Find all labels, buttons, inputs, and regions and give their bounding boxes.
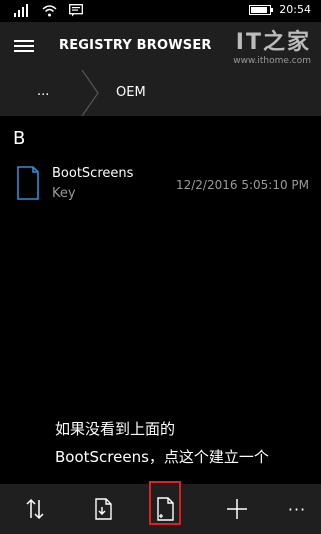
status-icons [14,4,83,17]
item-date: 12/2/2016 5:05:10 PM [175,178,309,192]
more-button[interactable]: ··· [282,494,312,524]
page-title: REGISTRY BROWSER [59,38,212,53]
watermark: IT之家 www.ithome.com [216,32,311,72]
item-name: BootScreens [52,166,134,181]
message-icon [69,4,83,17]
breadcrumb-root[interactable]: ... [37,84,49,99]
list-item[interactable]: BootScreens Key 12/2/2016 5:05:10 PM [0,162,321,210]
more-icon: ··· [287,499,307,519]
import-icon [95,498,112,520]
status-time: 20:54 [279,3,311,16]
item-type: Key [52,186,76,201]
add-icon [227,499,247,519]
battery-fill [251,6,267,13]
highlight-annotation-box [149,481,181,525]
annotation-line-2: BootScreens，点这个建立一个 [55,448,269,466]
status-right: 20:54 [249,3,311,16]
battery-icon [249,4,274,15]
wifi-icon [42,5,57,17]
breadcrumb: ... OEM [0,70,321,116]
signal-bars-icon [14,4,28,17]
annotation-text: 如果没看到上面的 BootScreens，点这个建立一个 [55,415,269,471]
hamburger-menu-icon[interactable] [14,40,34,52]
breadcrumb-current[interactable]: OEM [116,85,146,100]
title-bar: REGISTRY BROWSER IT之家 www.ithome.com [0,22,321,70]
sort-button[interactable] [20,494,50,524]
chevron-right-icon [81,70,99,116]
sort-icon [26,498,44,520]
watermark-logo: IT之家 [235,30,311,55]
key-folder-icon [17,166,39,200]
import-button[interactable] [88,494,118,524]
group-header: B [13,128,26,149]
annotation-line-1: 如果没看到上面的 [55,420,176,438]
watermark-url: www.ithome.com [233,56,311,66]
status-bar: 20:54 [0,0,321,22]
add-button[interactable] [222,494,252,524]
